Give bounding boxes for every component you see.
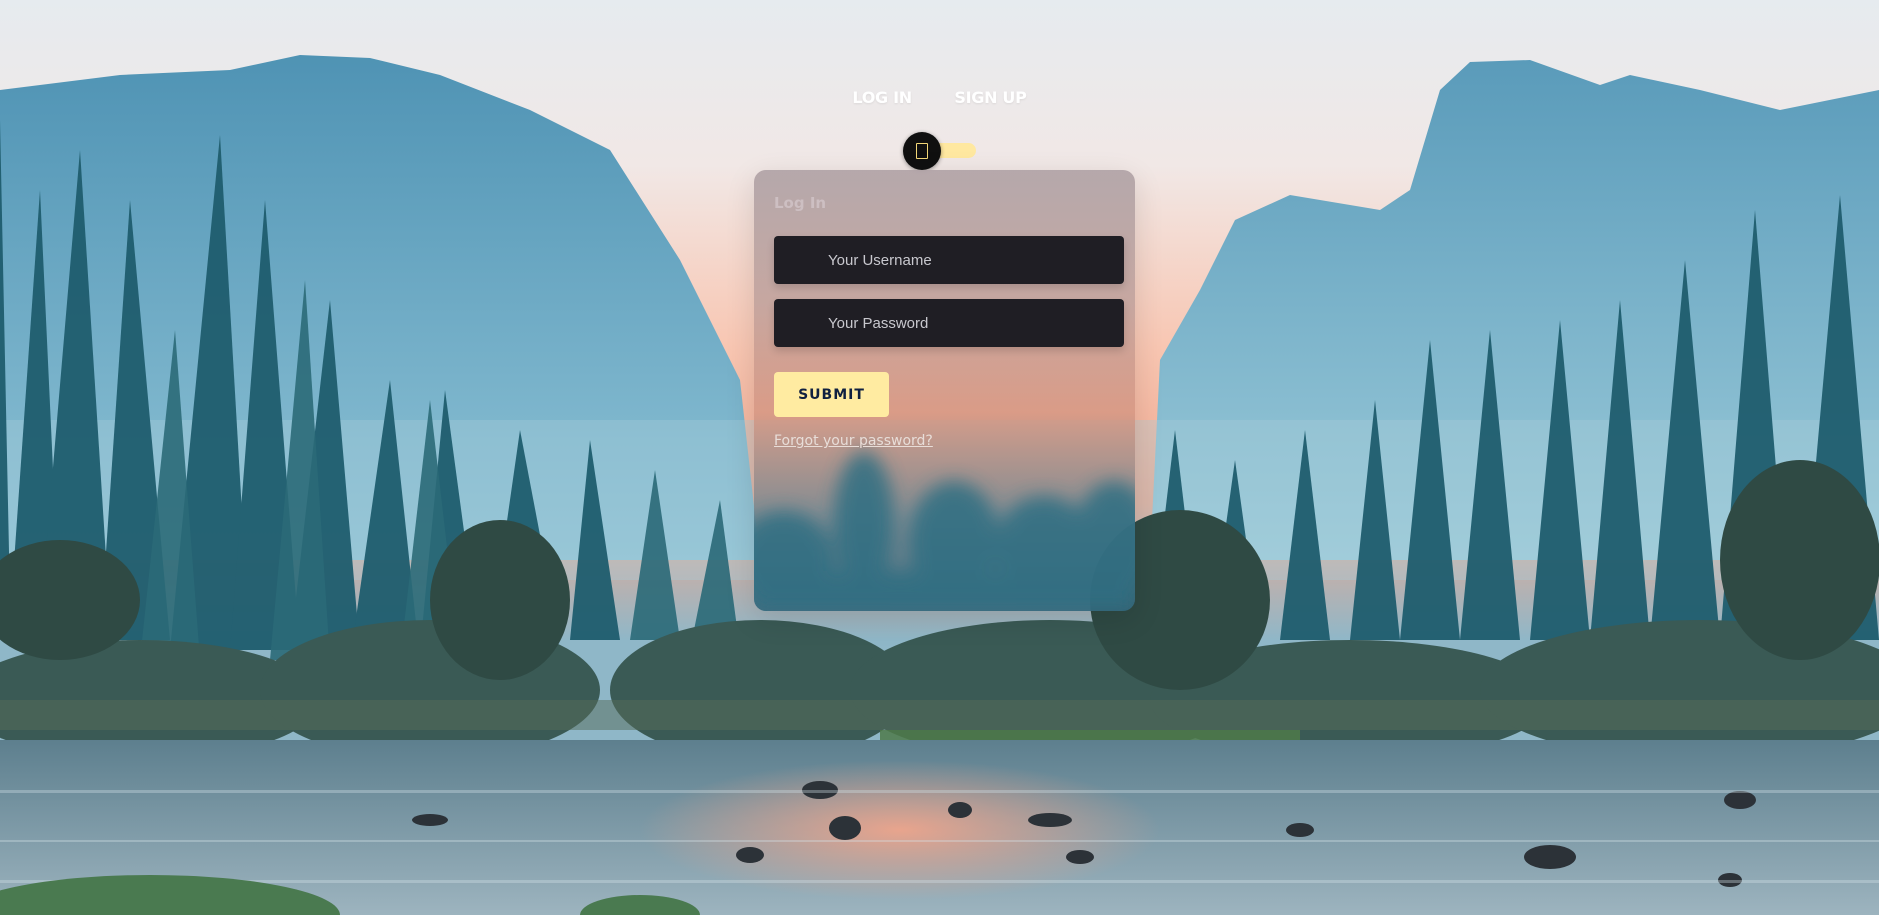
password-field (774, 299, 1124, 347)
toggle-switch[interactable] (903, 132, 941, 170)
tab-login[interactable]: LOG IN (852, 88, 912, 107)
password-input[interactable] (774, 299, 1124, 347)
auth-tabs: LOG IN SIGN UP (0, 88, 1879, 108)
username-field (774, 236, 1124, 284)
login-card: Log In SUBMIT Forgot your password? (754, 170, 1135, 611)
phone-outline-icon (916, 143, 928, 159)
username-input[interactable] (774, 236, 1124, 284)
card-background-blur (754, 451, 1135, 611)
submit-button[interactable]: SUBMIT (774, 372, 889, 417)
form-title: Log In (774, 194, 827, 212)
tab-signup[interactable]: SIGN UP (954, 88, 1027, 107)
forgot-password-link[interactable]: Forgot your password? (774, 433, 933, 449)
